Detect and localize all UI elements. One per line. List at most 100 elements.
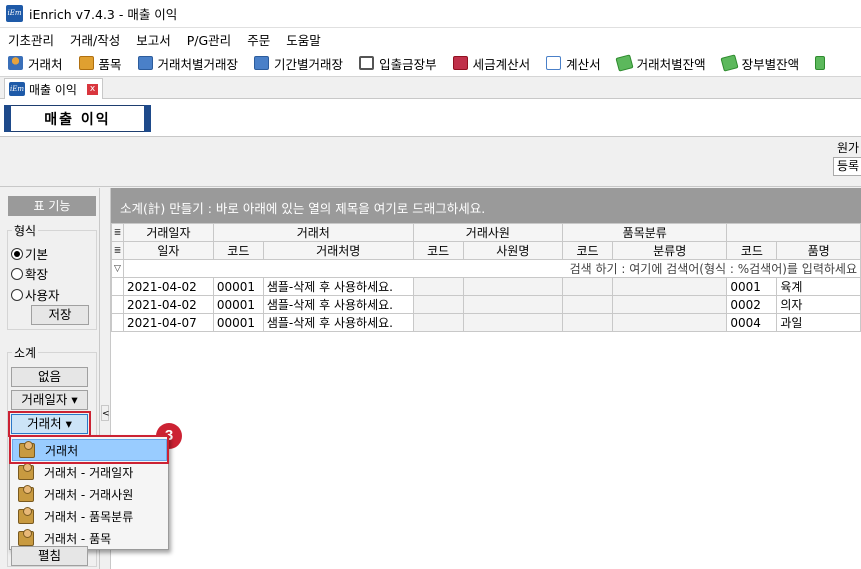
col-date[interactable]: 일자 (122, 241, 214, 260)
col-category-code[interactable]: 코드 (562, 241, 613, 260)
close-icon[interactable]: x (86, 83, 98, 95)
cost-label: 원가 (837, 141, 860, 155)
cell-item-code: 0002 (726, 295, 778, 314)
toolbar-customer-ledger-button[interactable]: 거래처별거래장 (137, 54, 238, 73)
save-button[interactable]: 저장 (31, 305, 89, 325)
collapse-panel-handle[interactable]: < (101, 405, 110, 421)
group-header-date[interactable]: 거래일자 (122, 223, 214, 242)
app-logo-icon: iEm (6, 5, 23, 22)
cell-item-code: 0004 (726, 313, 778, 332)
format-extended-radio[interactable]: 확장 (11, 264, 48, 283)
table-row[interactable]: 2021-04-02 00001 샘플-삭제 후 사용하세요. 0001 육계 (111, 277, 861, 296)
group-header-row: ≣ 거래일자 거래처 거래사원 품목분류 (111, 223, 861, 242)
row-selector-icon[interactable]: ≣ (111, 241, 124, 260)
group-by-bar[interactable]: 소계(計) 만들기 : 바로 아래에 있는 열의 제목을 여기로 드래그하세요. (111, 188, 861, 223)
menu-report[interactable]: 보고서 (136, 30, 171, 49)
menu-basic[interactable]: 기초관리 (8, 30, 54, 49)
cell-employee-code (412, 313, 464, 332)
row-selector-icon[interactable]: ≣ (111, 223, 124, 242)
col-customer-code[interactable]: 코드 (212, 241, 264, 260)
toolbar-book-balance-button[interactable]: 장부별잔액 (720, 54, 799, 73)
menu-bar: 기초관리 거래/작성 보고서 P/G관리 주문 도움말 (0, 28, 861, 50)
col-category-name[interactable]: 분류명 (611, 241, 728, 260)
toolbar-tax-invoice-button[interactable]: 세금계산서 (452, 54, 530, 73)
customer-group-icon (18, 528, 34, 546)
table-row[interactable]: 2021-04-07 00001 샘플-삭제 후 사용하세요. 0004 과일 (111, 313, 861, 332)
group-header-category[interactable]: 품목분류 (562, 223, 728, 242)
customer-group-icon (18, 484, 34, 502)
toolbar-item-button[interactable]: 품목 (78, 54, 122, 73)
menu-pg[interactable]: P/G관리 (187, 30, 231, 49)
cell-customer-code: 00001 (212, 313, 264, 332)
menu-order[interactable]: 주문 (247, 30, 270, 49)
window-title: iEnrich v7.4.3 - 매출 이익 (29, 7, 178, 22)
money-icon (720, 54, 739, 72)
cell-employee-code (412, 295, 464, 314)
menu-transaction[interactable]: 거래/작성 (70, 30, 120, 49)
tab-sales-profit[interactable]: iEm 매출 이익 x (4, 78, 103, 99)
form-header: 매출 이익 (0, 99, 861, 137)
search-input[interactable]: 검색 하기 : 여기에 검색어(형식 : %검색어)를 입력하세요 (122, 259, 861, 278)
cell-item-name: 육계 (776, 277, 861, 296)
search-row: ▽ 검색 하기 : 여기에 검색어(형식 : %검색어)를 입력하세요 (111, 259, 861, 278)
cell-category-code (562, 277, 613, 296)
cell-category-name (611, 295, 728, 314)
dropdown-item-customer-date[interactable]: 거래처 - 거래일자 (12, 461, 167, 483)
customer-group-icon (19, 440, 35, 458)
cost-select[interactable]: 등록 (833, 157, 861, 176)
col-customer-name[interactable]: 거래처명 (262, 241, 414, 260)
format-user-radio[interactable]: 사용자 (11, 285, 60, 304)
toolbar: 거래처 품목 거래처별거래장 기간별거래장 입출금장부 세금계산서 계산서 거래… (0, 50, 861, 77)
calculator-icon (359, 56, 375, 70)
col-item-code[interactable]: 코드 (726, 241, 778, 260)
toolbar-period-ledger-button[interactable]: 기간별거래장 (254, 54, 343, 73)
toolbar-cashbook-button[interactable]: 입출금장부 (359, 54, 437, 73)
invoice-icon (546, 56, 562, 70)
customer-group-icon (18, 462, 34, 480)
sales-grid: ≣ 거래일자 거래처 거래사원 품목분류 ≣ 일자 코드 거래처명 코드 사원명… (111, 223, 861, 332)
person-icon (8, 56, 23, 70)
group-header-customer[interactable]: 거래처 (212, 223, 414, 242)
dropdown-item-customer-category[interactable]: 거래처 - 품목분류 (12, 505, 167, 527)
group-header-item[interactable] (726, 223, 861, 242)
cell-category-name (611, 277, 728, 296)
toolbar-customer-balance-button[interactable]: 거래처별잔액 (615, 54, 706, 73)
subtotal-label: 소계 (12, 344, 39, 361)
table-row[interactable]: 2021-04-02 00001 샘플-삭제 후 사용하세요. 0002 의자 (111, 295, 861, 314)
cell-employee-name (462, 313, 564, 332)
subtotal-customer-button[interactable]: 거래처 ▾ (11, 414, 88, 434)
cell-category-code (562, 295, 613, 314)
title-bar: iEm iEnrich v7.4.3 - 매출 이익 (0, 0, 861, 28)
radio-icon (11, 288, 23, 301)
toolbar-customer-button[interactable]: 거래처 (8, 54, 63, 73)
format-basic-radio[interactable]: 기본 (11, 244, 48, 263)
customer-group-icon (18, 506, 34, 524)
col-item-name[interactable]: 품명 (776, 241, 861, 260)
filter-area: 원가 등록 (0, 137, 861, 187)
money-icon (815, 56, 826, 70)
col-employee-code[interactable]: 코드 (412, 241, 464, 260)
dropdown-item-customer[interactable]: 거래처 (12, 439, 167, 461)
column-header-row: ≣ 일자 코드 거래처명 코드 사원명 코드 분류명 코드 품명 (111, 241, 861, 260)
cell-date: 2021-04-07 (122, 313, 214, 332)
tab-strip: iEm 매출 이익 x (0, 77, 861, 99)
cell-item-name: 의자 (776, 295, 861, 314)
col-employee-name[interactable]: 사원명 (462, 241, 564, 260)
cell-employee-code (412, 277, 464, 296)
subtotal-date-button[interactable]: 거래일자 ▾ (11, 390, 88, 410)
grid-area: 소계(計) 만들기 : 바로 아래에 있는 열의 제목을 여기로 드래그하세요.… (110, 188, 861, 569)
dropdown-item-customer-employee[interactable]: 거래처 - 거래사원 (12, 483, 167, 505)
group-header-employee[interactable]: 거래사원 (412, 223, 564, 242)
toolbar-more-button[interactable] (815, 56, 830, 70)
cell-customer-name: 샘플-삭제 후 사용하세요. (262, 295, 414, 314)
expand-button[interactable]: 펼침 (11, 546, 88, 566)
toolbar-invoice-button[interactable]: 계산서 (546, 54, 601, 73)
menu-help[interactable]: 도움말 (286, 30, 321, 49)
cell-item-name: 과일 (776, 313, 861, 332)
money-icon (615, 54, 634, 72)
cell-customer-code: 00001 (212, 277, 264, 296)
subtotal-none-button[interactable]: 없음 (11, 367, 88, 387)
cell-category-code (562, 313, 613, 332)
cell-customer-code: 00001 (212, 295, 264, 314)
ledger-icon (254, 56, 270, 70)
